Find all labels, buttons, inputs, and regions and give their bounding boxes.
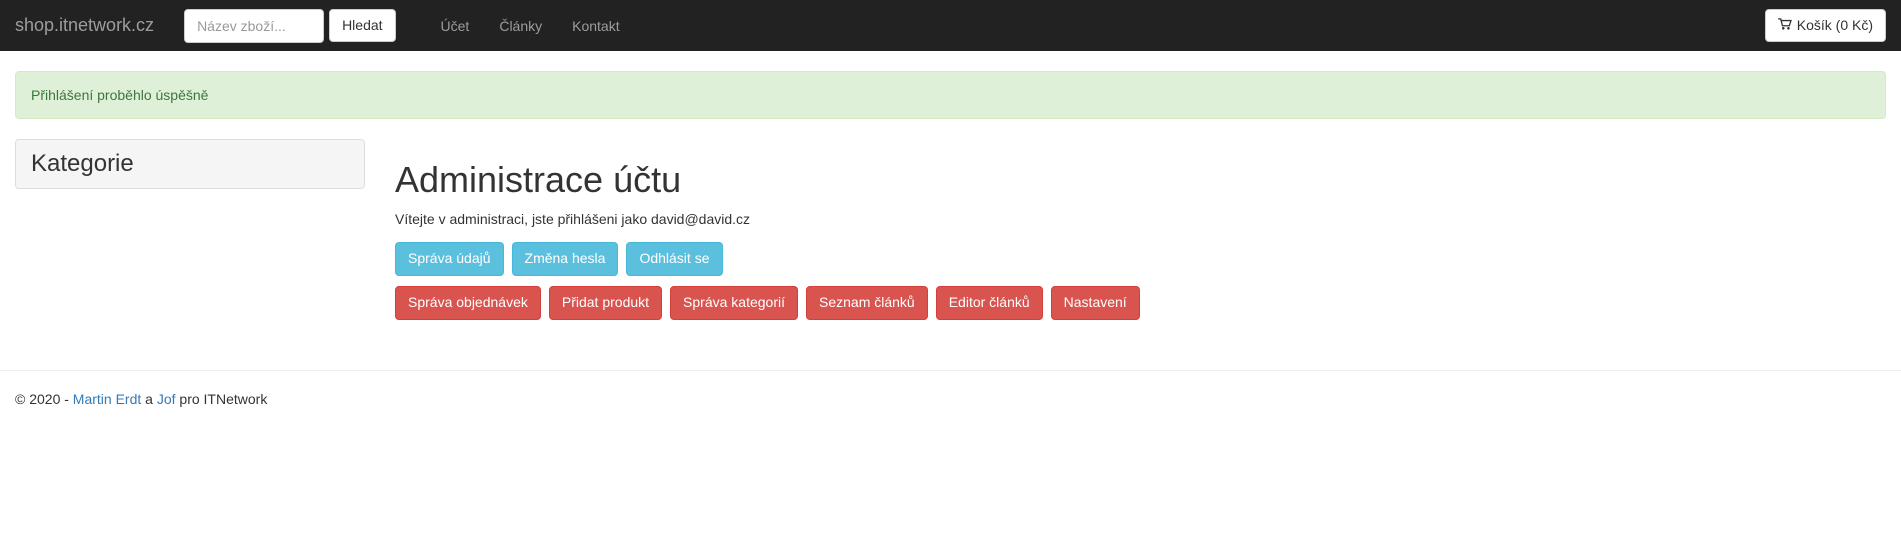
navbar: shop.itnetwork.cz Hledat Účet Články Kon…	[0, 0, 1901, 51]
page-title: Administrace účtu	[395, 159, 1886, 201]
settings-button[interactable]: Nastavení	[1051, 286, 1140, 320]
alert-success: Přihlášení proběhlo úspěšně	[15, 71, 1886, 119]
cart-icon	[1778, 16, 1792, 36]
main-content: Administrace účtu Vítejte v administraci…	[380, 139, 1901, 330]
footer-separator: a	[141, 391, 157, 407]
author2-link[interactable]: Jof	[157, 391, 176, 407]
articles-editor-button[interactable]: Editor článků	[936, 286, 1043, 320]
logout-button[interactable]: Odhlásit se	[626, 242, 722, 276]
copyright-prefix: © 2020 -	[15, 391, 73, 407]
add-product-button[interactable]: Přidat produkt	[549, 286, 662, 320]
nav-link-account[interactable]: Účet	[426, 3, 485, 49]
content-row: Kategorie Administrace účtu Vítejte v ad…	[0, 139, 1901, 330]
search-form: Hledat	[169, 1, 410, 51]
categories-heading: Kategorie	[16, 140, 364, 188]
admin-button-row: Správa objednávek Přidat produkt Správa …	[395, 286, 1886, 320]
nav-link-articles[interactable]: Články	[484, 3, 557, 49]
footer: © 2020 - Martin Erdt a Jof pro ITNetwork	[0, 391, 1901, 427]
search-input[interactable]	[184, 9, 324, 43]
footer-suffix: pro ITNetwork	[176, 391, 268, 407]
cart-button[interactable]: Košík (0 Kč)	[1765, 9, 1886, 43]
welcome-text: Vítejte v administraci, jste přihlášeni …	[395, 211, 1886, 227]
change-password-button[interactable]: Změna hesla	[512, 242, 619, 276]
alert-message: Přihlášení proběhlo úspěšně	[31, 87, 208, 103]
navbar-right: Košík (0 Kč)	[1765, 9, 1901, 43]
categories-panel: Kategorie	[15, 139, 365, 189]
user-button-row: Správa údajů Změna hesla Odhlásit se	[395, 242, 1886, 276]
manage-categories-button[interactable]: Správa kategorií	[670, 286, 798, 320]
cart-label: Košík (0 Kč)	[1797, 16, 1873, 36]
nav-link-contact[interactable]: Kontakt	[557, 3, 634, 49]
search-button[interactable]: Hledat	[329, 9, 395, 43]
sidebar: Kategorie	[0, 139, 380, 330]
brand-link[interactable]: shop.itnetwork.cz	[0, 0, 169, 51]
articles-list-button[interactable]: Seznam článků	[806, 286, 928, 320]
manage-details-button[interactable]: Správa údajů	[395, 242, 504, 276]
author1-link[interactable]: Martin Erdt	[73, 391, 141, 407]
footer-divider	[0, 370, 1901, 371]
manage-orders-button[interactable]: Správa objednávek	[395, 286, 541, 320]
nav-links: Účet Články Kontakt	[426, 3, 635, 49]
